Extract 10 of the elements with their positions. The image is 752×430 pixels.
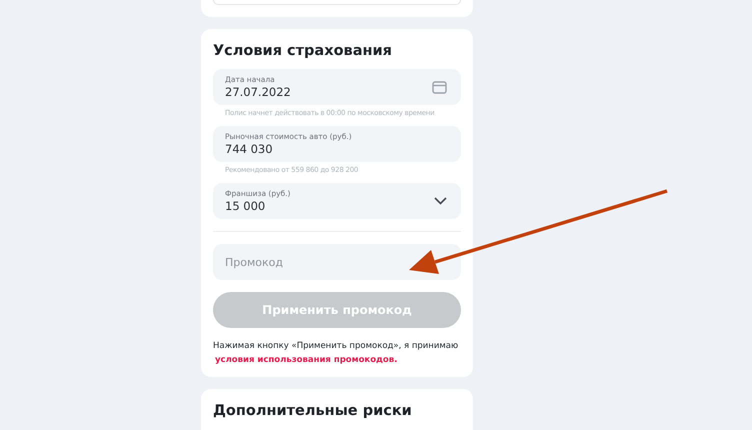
section-title: Условия страхования (213, 43, 393, 59)
calendar-icon[interactable] (432, 80, 447, 94)
promo-code-field[interactable]: Промокод (213, 244, 461, 280)
promo-terms-link[interactable]: условия использования промокодов. (215, 355, 461, 365)
consent-text: Нажимая кнопку «Применить промокод», я принимаю (213, 341, 460, 351)
section-title: Дополнительные риски (213, 403, 413, 419)
field-value: 744 030 (225, 142, 274, 156)
field-value: 27.07.2022 (225, 84, 291, 100)
chevron-down-icon[interactable] (434, 197, 447, 205)
field-value: 15 000 (225, 198, 266, 214)
